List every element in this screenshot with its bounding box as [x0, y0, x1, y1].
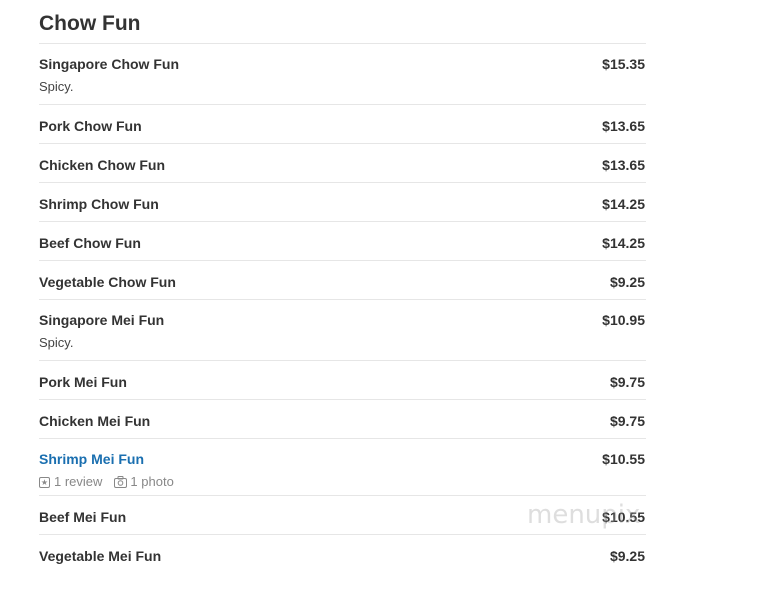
item-name: Vegetable Mei Fun [39, 548, 162, 564]
menu-item: Singapore Chow Fun $15.35 Spicy. [39, 44, 646, 105]
item-price: $10.55 [602, 509, 645, 525]
item-price: $10.55 [602, 451, 645, 467]
item-name: Shrimp Chow Fun [39, 196, 159, 212]
item-name: Pork Mei Fun [39, 374, 127, 390]
item-name: Singapore Mei Fun [39, 312, 165, 328]
item-price: $9.25 [609, 274, 645, 290]
item-price: $13.65 [602, 118, 645, 134]
star-box-icon: ★ [39, 476, 50, 488]
item-name: Pork Chow Fun [39, 118, 142, 134]
photo-count: 1 photo [130, 474, 174, 489]
menu-item: Beef Chow Fun $14.25 [39, 222, 646, 261]
item-price: $10.95 [602, 312, 645, 328]
item-price: $13.65 [602, 157, 645, 173]
item-name: Beef Chow Fun [39, 235, 141, 251]
item-price: $9.25 [609, 548, 645, 564]
menu-item: Shrimp Mei Fun $10.55 ★ 1 review 1 photo [39, 439, 646, 496]
item-name: Beef Mei Fun [39, 509, 127, 525]
item-price: $9.75 [609, 413, 645, 429]
item-description: Spicy. [39, 79, 74, 94]
menu-item: Singapore Mei Fun $10.95 Spicy. [39, 300, 646, 361]
review-count: 1 review [54, 474, 103, 489]
section-title: Chow Fun [39, 12, 646, 44]
item-price: $14.25 [602, 196, 645, 212]
menu-item: Pork Chow Fun $13.65 [39, 105, 646, 144]
item-name: Chicken Mei Fun [39, 413, 151, 429]
item-name: Chicken Chow Fun [39, 157, 165, 173]
menu-item: Chicken Mei Fun $9.75 [39, 400, 646, 439]
item-meta: ★ 1 review 1 photo [39, 474, 646, 490]
item-name-link[interactable]: Shrimp Mei Fun [39, 450, 144, 468]
menu-item: Beef Mei Fun $10.55 [39, 496, 646, 535]
photo-count-link[interactable]: 1 photo [114, 474, 174, 490]
item-name: Vegetable Chow Fun [39, 274, 176, 290]
menu-item: Pork Mei Fun $9.75 [39, 361, 646, 400]
item-name: Singapore Chow Fun [39, 56, 179, 72]
item-price: $9.75 [609, 374, 645, 390]
menu-item: Vegetable Mei Fun $9.25 [39, 535, 646, 574]
item-price: $15.35 [602, 56, 645, 72]
menu-item: Shrimp Chow Fun $14.25 [39, 183, 646, 222]
menu-item: Vegetable Chow Fun $9.25 [39, 261, 646, 300]
menu-section: Chow Fun Singapore Chow Fun $15.35 Spicy… [39, 0, 646, 574]
item-price: $14.25 [602, 235, 645, 251]
menu-item: Chicken Chow Fun $13.65 [39, 144, 646, 183]
camera-icon [114, 476, 128, 488]
review-count-link[interactable]: ★ 1 review [39, 474, 102, 490]
item-description: Spicy. [39, 335, 74, 350]
